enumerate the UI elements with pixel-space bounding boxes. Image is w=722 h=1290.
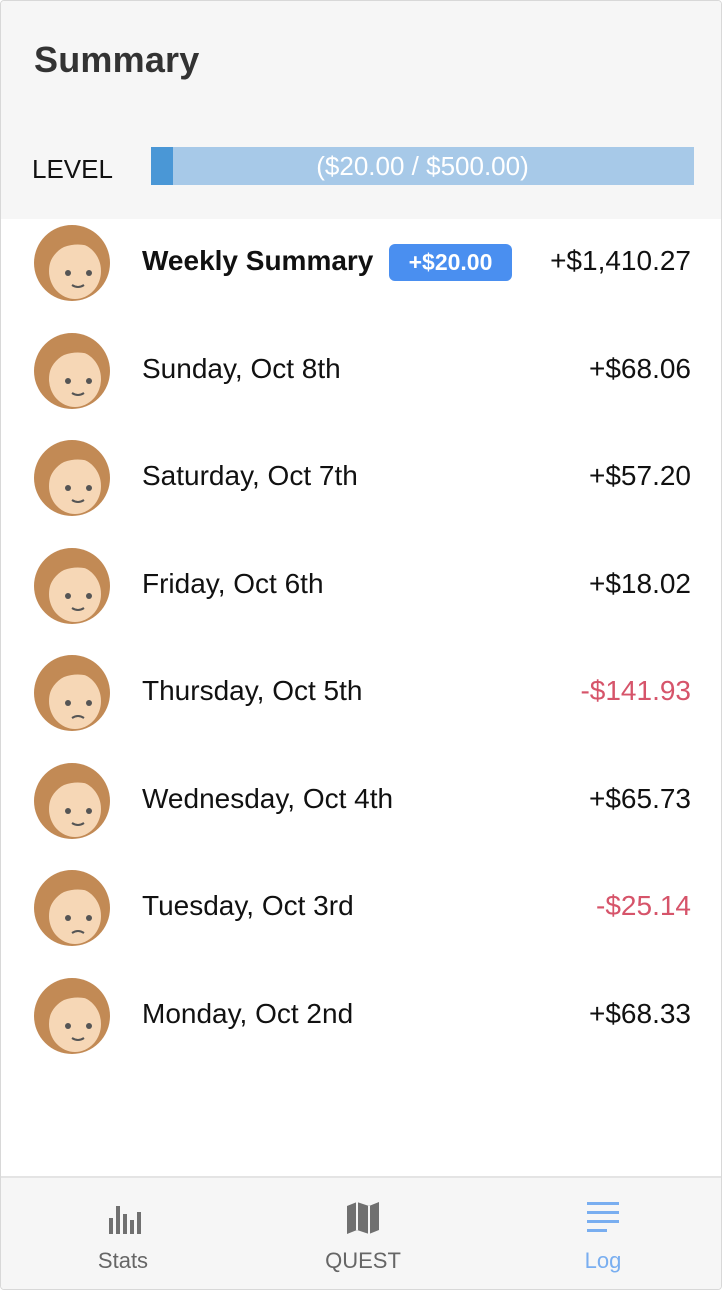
row-amount: +$18.02 [589,567,691,599]
avatar-happy-icon [34,332,110,409]
avatar-happy-icon [34,225,110,301]
list-item-day[interactable]: Monday, Oct 2nd +$68.33 [1,972,721,1080]
tab-log[interactable]: Log [483,1178,721,1289]
list-item-day[interactable]: Friday, Oct 6th +$18.02 [1,542,721,650]
header: Summary LEVEL ($20.00 / $500.00) [1,1,721,219]
tab-label: Log [584,1248,622,1273]
avatar-happy-icon [34,762,110,839]
list-item-day[interactable]: Sunday, Oct 8th +$68.06 [1,327,721,435]
avatar-happy-icon [34,547,110,624]
list-item-day[interactable]: Tuesday, Oct 3rd -$25.14 [1,864,721,972]
avatar-sad-icon [34,870,110,946]
row-amount: -$25.14 [596,890,691,921]
row-label: Wednesday, Oct 4th [142,782,394,814]
row-label: Monday, Oct 2nd [142,997,354,1029]
tab-label: Stats [97,1248,149,1273]
row-amount: +$68.06 [589,352,691,384]
row-label: Saturday, Oct 7th [142,460,358,491]
list-item-weekly-summary[interactable]: Weekly Summary +$20.00 +$1,410.27 [1,219,721,327]
tab-stats[interactable]: Stats [3,1178,243,1289]
row-label: Tuesday, Oct 3rd [142,890,354,921]
row-amount: +$65.73 [589,782,691,814]
bar-chart-icon [109,1206,141,1234]
avatar-happy-icon [34,440,110,516]
row-amount: +$68.33 [589,997,691,1029]
level-progress-bar: ($20.00 / $500.00) [151,147,694,185]
list-icon [587,1202,619,1232]
row-label: Thursday, Oct 5th [142,675,363,706]
tab-quest[interactable]: QUEST [243,1178,483,1289]
row-label: Sunday, Oct 8th [142,352,341,384]
list-item-day[interactable]: Wednesday, Oct 4th +$65.73 [1,757,721,865]
app-frame: Summary LEVEL ($20.00 / $500.00) Weekly … [0,0,722,1290]
row-amount: +$1,410.27 [550,245,691,276]
row-label: Friday, Oct 6th [142,567,324,599]
bonus-badge: +$20.00 [389,244,512,281]
page-title: Summary [34,39,200,80]
row-label: Weekly Summary [142,245,374,276]
tab-label: QUEST [325,1248,401,1273]
log-list: Weekly Summary +$20.00 +$1,410.27 Sunday… [1,219,721,1080]
list-item-day[interactable]: Thursday, Oct 5th -$141.93 [1,649,721,757]
list-item-day[interactable]: Saturday, Oct 7th +$57.20 [1,434,721,542]
level-label: LEVEL [32,154,113,184]
row-amount: -$141.93 [580,675,691,706]
avatar-happy-icon [34,977,110,1054]
row-amount: +$57.20 [589,460,691,491]
bottom-tab-bar: Stats QUEST Log [1,1176,721,1289]
level-progress-text: ($20.00 / $500.00) [316,151,529,181]
map-icon [347,1202,379,1234]
avatar-sad-icon [34,655,110,731]
